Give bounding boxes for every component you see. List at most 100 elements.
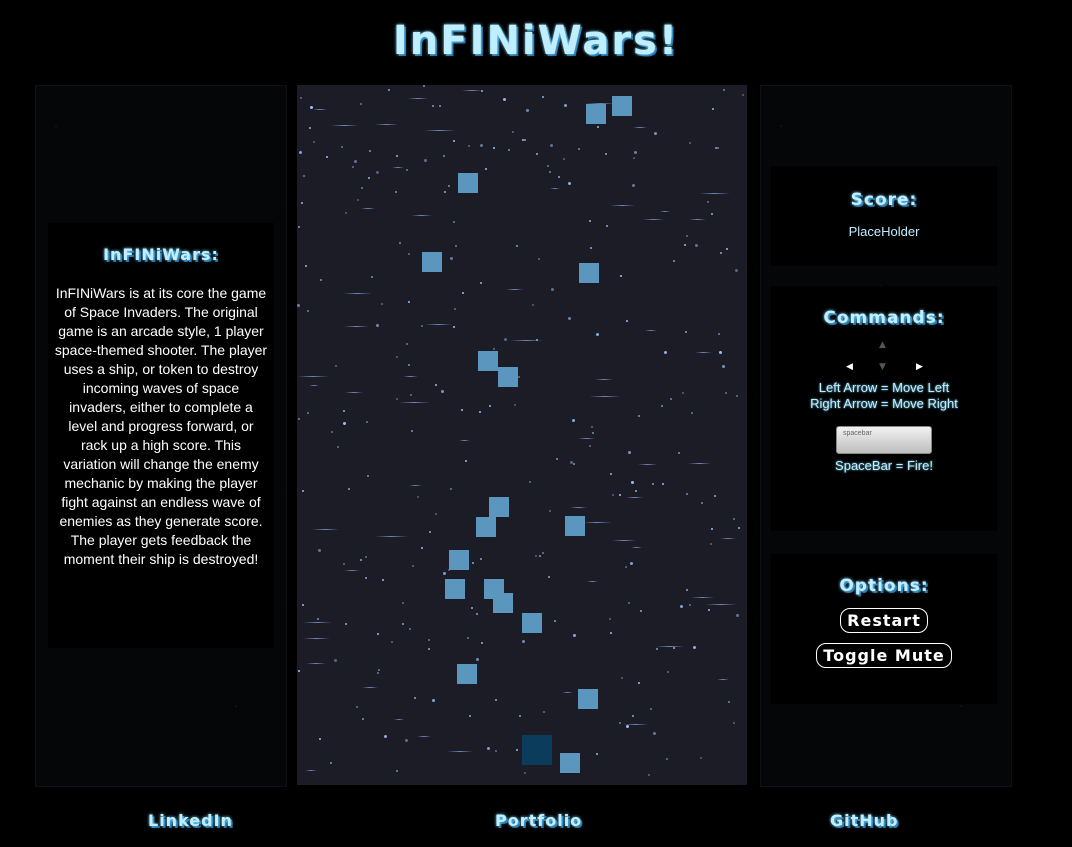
star [493,348,495,350]
right-panel: Score: PlaceHolder Commands: ▲ ◀ ▼ ▶ Lef… [760,85,1012,787]
star-streak [656,646,684,647]
star-streak [717,679,729,680]
restart-button[interactable]: Restart [840,608,928,633]
star [441,390,444,393]
star [547,165,549,167]
star [558,176,560,178]
star [384,735,387,738]
star [476,613,478,615]
star [535,555,537,557]
linkedin-link[interactable]: LinkedIn [148,811,233,830]
star [621,677,623,679]
star [551,288,554,291]
star [707,201,709,203]
star [356,706,358,708]
star [485,168,487,170]
star [330,762,332,764]
star [345,623,347,625]
star [522,640,525,643]
star [578,148,580,150]
star-streak [510,340,543,341]
star [686,589,688,591]
game-canvas[interactable] [297,85,747,785]
star [331,431,333,433]
star [388,89,390,91]
left-arrow-command: Left Arrow = Move Left [818,380,950,395]
star-streak [612,540,636,541]
star [590,247,592,249]
star-streak [343,293,372,294]
github-link[interactable]: GitHub [830,811,899,830]
star [480,144,483,147]
star [481,642,483,644]
star [428,639,430,641]
star [736,395,738,397]
star [726,248,728,250]
star [689,604,691,606]
star-streak [695,352,712,353]
star [589,220,591,222]
star [524,139,526,141]
star [714,495,716,497]
star-streak [462,90,482,91]
star [335,365,337,367]
star [612,494,614,496]
star [361,187,363,189]
star [519,715,521,717]
star [733,722,735,724]
star [720,252,722,254]
portfolio-link[interactable]: Portfolio [495,811,582,830]
star-streak [309,385,319,386]
star [632,184,635,187]
star [503,98,506,101]
star [650,708,652,710]
star [682,392,684,394]
star [376,171,379,174]
star [435,384,437,386]
star-streak [305,770,317,771]
arrow-down-icon: ▼ [879,362,886,372]
star [661,405,663,407]
star [362,718,364,720]
enemy [493,593,513,613]
star [343,410,345,412]
star-streak [403,376,418,377]
star-streak [459,440,470,441]
star-streak [506,289,523,290]
star [695,244,698,247]
star [334,659,337,662]
star [718,333,720,335]
star [628,451,631,454]
star [360,103,362,105]
star [548,576,550,578]
star [461,409,463,411]
enemy [565,516,585,536]
star-streak [344,326,369,327]
star [715,147,717,149]
star [736,614,739,617]
star [542,96,544,98]
star [735,269,738,272]
star-streak [570,507,587,508]
star [728,701,730,703]
star-streak [643,219,664,220]
star [467,637,469,639]
player-ship [522,735,552,765]
star [626,320,628,322]
star [365,577,367,579]
star-streak [375,536,408,537]
star [450,488,452,490]
star [395,191,397,193]
star [640,610,642,612]
star [376,324,379,327]
star [632,715,634,717]
star [514,404,516,406]
star-streak [688,463,711,464]
star [450,257,453,260]
star [664,351,667,354]
star-streak [409,485,422,486]
star [549,510,551,512]
score-value: PlaceHolder [848,224,920,239]
score-card: Score: PlaceHolder [771,166,997,266]
toggle-mute-button[interactable]: Toggle Mute [816,643,952,668]
